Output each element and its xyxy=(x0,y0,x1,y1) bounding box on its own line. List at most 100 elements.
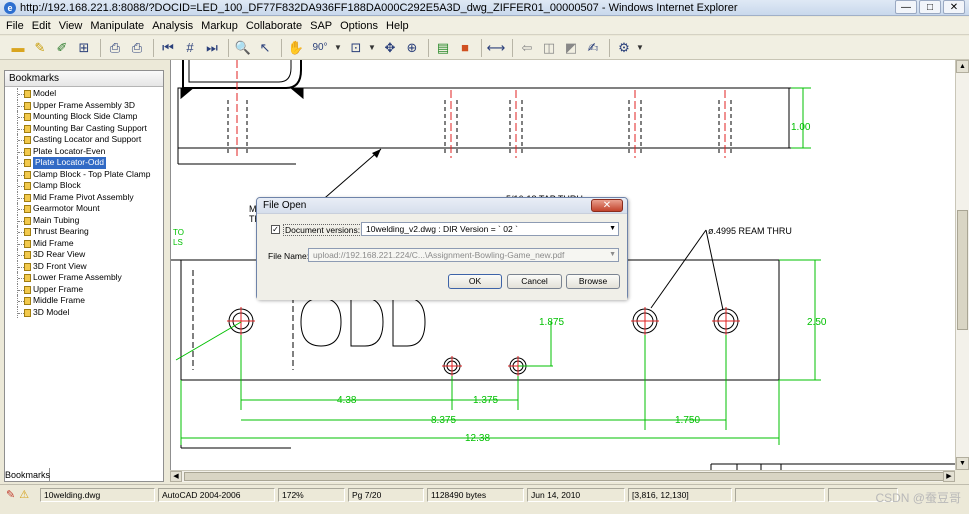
sidebar-item-bookmark[interactable]: Plate Locator-Odd xyxy=(5,157,163,169)
document-versions-checkbox[interactable]: ✓ xyxy=(271,225,280,234)
print-preview-icon[interactable]: ⎙ xyxy=(127,38,147,58)
cancel-button[interactable]: Cancel xyxy=(507,274,562,289)
version-select[interactable]: 10welding_v2.dwg : DIR Version = ` 02 ` … xyxy=(361,222,619,236)
tree-icon[interactable]: ⊞ xyxy=(74,38,94,58)
weld-right xyxy=(289,87,304,100)
bookmark-icon xyxy=(24,205,31,213)
menu-manipulate[interactable]: Manipulate xyxy=(86,17,148,34)
chevron-down-icon[interactable]: ▼ xyxy=(368,43,376,52)
sidebar-item-bookmark[interactable]: Upper Frame Assembly 3D xyxy=(5,99,163,111)
sidebar-item-bookmark[interactable]: 3D Rear View xyxy=(5,249,163,261)
sidebar-item-bookmark[interactable]: Clamp Block - Top Plate Clamp xyxy=(5,168,163,180)
toolbar-separator xyxy=(481,38,482,57)
back-arrow-icon[interactable]: ⇦ xyxy=(517,38,537,58)
bookmark-tree: Model Upper Frame Assembly 3D Mounting Blo… xyxy=(5,87,163,318)
sidebar-item-bookmark[interactable]: Model xyxy=(5,88,163,100)
bookmark-icon xyxy=(24,308,31,317)
zoom-icon[interactable]: 🔍 xyxy=(233,38,253,58)
menu-sap[interactable]: SAP xyxy=(306,17,336,34)
menu-edit[interactable]: Edit xyxy=(28,17,55,34)
horizontal-scroll-thumb[interactable] xyxy=(184,472,944,481)
ok-button[interactable]: OK xyxy=(448,274,502,289)
sidebar-item-bookmark[interactable]: Mounting Bar Casting Support xyxy=(5,122,163,134)
chevron-down-icon[interactable]: ▼ xyxy=(636,43,644,52)
markup-pen-icon[interactable]: ✎ xyxy=(30,38,50,58)
scroll-right-icon[interactable]: ▶ xyxy=(943,471,955,482)
sidebar-item-bookmark[interactable]: Mounting Block Side Clamp xyxy=(5,111,163,123)
browse-button[interactable]: Browse xyxy=(566,274,620,289)
sidebar-item-bookmark[interactable]: Thrust Bearing xyxy=(5,226,163,238)
zoom-window-icon[interactable]: ⊡ xyxy=(346,38,366,58)
menu-file[interactable]: File xyxy=(0,17,28,34)
sidebar-item-bookmark[interactable]: 3D Model xyxy=(5,306,163,318)
sidebar-item-bookmark[interactable]: Lower Frame Assembly xyxy=(5,272,163,284)
dim-label-8-375: 8.375 xyxy=(431,415,456,426)
sidebar-item-bookmark[interactable]: Clamp Block xyxy=(5,180,163,192)
dim-label-12-38: 12.38 xyxy=(465,433,490,444)
settings-gear-icon[interactable]: ⚙ xyxy=(614,38,634,58)
sidebar-item-bookmark[interactable]: Mid Frame xyxy=(5,237,163,249)
chevron-down-icon[interactable]: ▼ xyxy=(334,43,342,52)
bookmark-icon xyxy=(24,274,31,282)
blocks-icon[interactable]: ■ xyxy=(455,38,475,58)
sidebar-item-bookmark[interactable]: Mid Frame Pivot Assembly xyxy=(5,191,163,203)
status-file-size: 1128490 bytes xyxy=(427,487,524,502)
vertical-scrollbar[interactable]: ▲ ▼ xyxy=(955,60,969,470)
dim-label-1-875: 1.875 xyxy=(539,317,564,328)
sidebar-item-bookmark[interactable]: Gearmotor Mount xyxy=(5,203,163,215)
view-3d-icon[interactable]: ◩ xyxy=(561,38,581,58)
document-versions-label[interactable]: Document versions: xyxy=(283,224,363,236)
top-hidden-lines xyxy=(227,100,732,155)
first-page-icon[interactable]: ⏮ xyxy=(158,38,178,58)
select-arrow-icon[interactable]: ↖ xyxy=(255,38,275,58)
sidebar-item-bookmark[interactable]: Middle Frame xyxy=(5,295,163,307)
ie-icon: e xyxy=(4,2,16,14)
horizontal-scrollbar[interactable]: ◀ ▶ xyxy=(170,470,955,482)
fit-all-icon[interactable]: ✥ xyxy=(380,38,400,58)
menu-help[interactable]: Help xyxy=(382,17,413,34)
layers-icon[interactable]: ▤ xyxy=(433,38,453,58)
sidebar-item-bookmark[interactable]: 3D Front View xyxy=(5,260,163,272)
sidebar-item-label: Mid Frame xyxy=(33,237,74,248)
close-button[interactable]: ✕ xyxy=(943,0,965,14)
markup-edit-icon[interactable]: ✐ xyxy=(52,38,72,58)
menu-collaborate[interactable]: Collaborate xyxy=(242,17,306,34)
markup-status-icon[interactable]: ✎ xyxy=(6,488,15,501)
next-page-icon[interactable]: ⏭ xyxy=(202,38,222,58)
file-name-field[interactable]: upload://192.168.221.224/C...\Assignment… xyxy=(308,248,619,262)
measure-icon[interactable]: ⟷ xyxy=(486,38,506,58)
pan-hand-icon[interactable]: ✋ xyxy=(286,38,306,58)
sidebar-item-bookmark[interactable]: Plate Locator-Even xyxy=(5,145,163,157)
zoom-extents-icon[interactable]: ⊕ xyxy=(402,38,422,58)
sidebar-item-bookmark[interactable]: Upper Frame xyxy=(5,283,163,295)
watermark-text: CSDN @蚕豆哥 xyxy=(875,491,961,505)
scroll-up-icon[interactable]: ▲ xyxy=(956,60,969,73)
print-icon[interactable]: ⎙ xyxy=(105,38,125,58)
maximize-button[interactable]: □ xyxy=(919,0,941,14)
chevron-down-icon[interactable]: ▼ xyxy=(609,249,616,261)
minimize-button[interactable]: — xyxy=(895,0,917,14)
toolbar-separator xyxy=(100,38,101,57)
view-2d-3d-icon[interactable]: ◫ xyxy=(539,38,559,58)
dialog-close-icon[interactable]: ✕ xyxy=(591,199,623,212)
sidebar-item-bookmark[interactable]: Casting Locator and Support xyxy=(5,134,163,146)
sidebar-item-bookmark[interactable]: Main Tubing xyxy=(5,214,163,226)
status-date: Jun 14, 2010 xyxy=(527,487,625,502)
scroll-left-icon[interactable]: ◀ xyxy=(170,471,182,482)
sidebar-item-label: 3D Front View xyxy=(33,260,87,271)
menu-analysis[interactable]: Analysis xyxy=(148,17,197,34)
properties-icon[interactable]: ✍ xyxy=(583,38,603,58)
page-number-icon[interactable]: # xyxy=(180,38,200,58)
rotate-button[interactable]: 90° xyxy=(308,38,332,58)
vertical-scroll-thumb[interactable] xyxy=(957,210,968,330)
open-folder-icon[interactable]: ▬ xyxy=(8,38,28,58)
scroll-down-icon[interactable]: ▼ xyxy=(956,457,969,470)
sidebar-item-label: Plate Locator-Odd xyxy=(33,157,106,169)
bookmark-icon xyxy=(24,216,31,225)
chevron-down-icon[interactable]: ▼ xyxy=(609,223,616,235)
left-text-ls: LS xyxy=(173,238,183,247)
menu-markup[interactable]: Markup xyxy=(197,17,242,34)
tab-bookmarks[interactable]: Bookmarks xyxy=(4,468,50,482)
menu-options[interactable]: Options xyxy=(336,17,382,34)
menu-view[interactable]: View xyxy=(55,17,87,34)
